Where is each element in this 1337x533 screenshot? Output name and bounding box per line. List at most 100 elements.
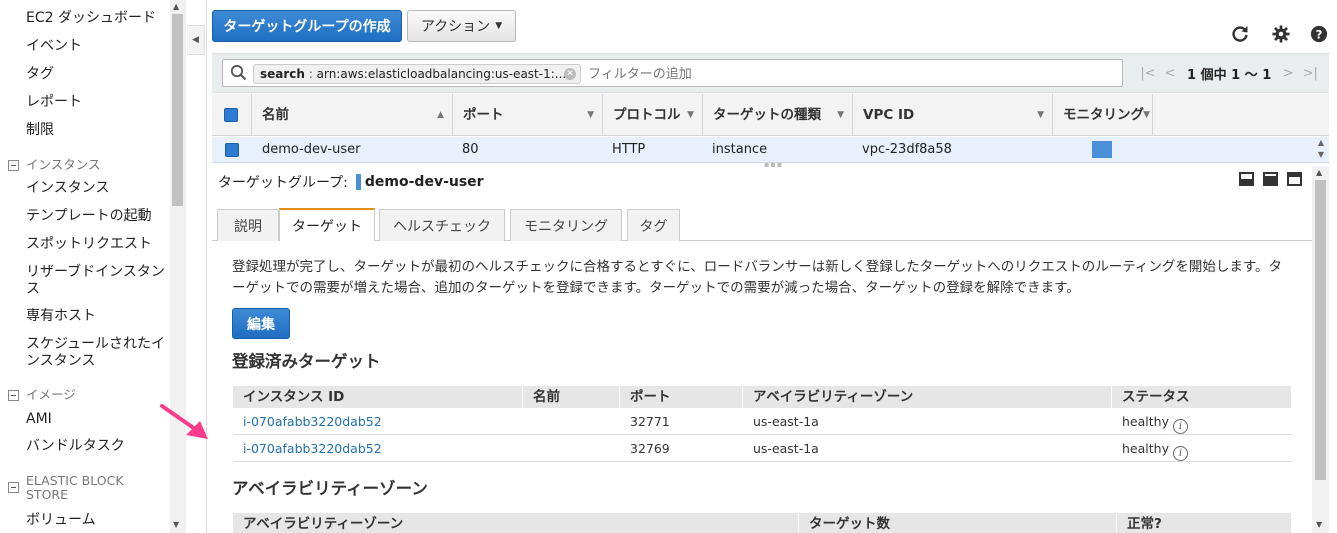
select-all-checkbox[interactable] xyxy=(224,108,238,122)
sidebar-item-spot-requests[interactable]: スポットリクエスト xyxy=(26,236,152,253)
column-header-port[interactable]: ポート ▼ xyxy=(453,94,603,136)
edit-button[interactable]: 編集 xyxy=(232,308,290,339)
collapse-minus-icon[interactable] xyxy=(8,390,19,401)
detail-title: ターゲットグループ: demo-dev-user xyxy=(218,172,484,192)
sidebar-item-scheduled-instances[interactable]: スケジュールされたインスタンス xyxy=(26,336,168,370)
column-label: 名前 xyxy=(262,107,289,123)
divider xyxy=(206,0,207,533)
column-header-target-type[interactable]: ターゲットの種類 ▼ xyxy=(703,94,853,136)
instance-id-link[interactable]: i-070afabb3220dab52 xyxy=(233,435,382,462)
cell-name xyxy=(523,435,533,462)
sidebar-section-ebs[interactable]: ELASTIC BLOCK STORE xyxy=(8,474,136,502)
layout-bottom-icon[interactable] xyxy=(1239,172,1254,186)
tab-description[interactable]: 説明 xyxy=(217,209,279,241)
column-header-target-count: ターゲット数 xyxy=(799,513,1117,533)
first-page-icon[interactable]: |< xyxy=(1137,66,1159,81)
detail-title-prefix: ターゲットグループ: xyxy=(218,175,348,191)
column-header-name: 名前 xyxy=(523,386,620,408)
tab-monitoring[interactable]: モニタリング xyxy=(510,209,622,241)
filter-input[interactable] xyxy=(588,64,988,84)
column-label: モニタリング xyxy=(1063,107,1144,123)
refresh-icon[interactable] xyxy=(1230,24,1250,44)
availability-zones-heading: アベイラビリティーゾーン xyxy=(232,479,428,498)
column-header-vpc-id[interactable]: VPC ID ▼ xyxy=(853,94,1053,136)
column-label: ターゲットの種類 xyxy=(713,107,821,123)
sidebar-item-bundle-tasks[interactable]: バンドルタスク xyxy=(26,438,125,455)
search-box[interactable]: search : arn:aws:elasticloadbalancing:us… xyxy=(222,59,1123,87)
sidebar-section-instances[interactable]: インスタンス xyxy=(8,158,101,172)
targets-panel: 登録処理が完了し、ターゲットが最初のヘルスチェックに合格するとすぐに、ロードバラ… xyxy=(212,241,1312,533)
sidebar-item-limits[interactable]: 制限 xyxy=(26,122,54,139)
sidebar-item-launch-templates[interactable]: テンプレートの起動 xyxy=(26,208,152,225)
search-filter-token[interactable]: search : arn:aws:elasticloadbalancing:us… xyxy=(253,64,581,84)
sidebar-item-reserved-instances[interactable]: リザーブドインスタンス xyxy=(26,264,168,298)
row-checkbox[interactable] xyxy=(225,143,239,157)
sidebar-item-dedicated-hosts[interactable]: 専有ホスト xyxy=(26,308,96,325)
tab-tags[interactable]: タグ xyxy=(627,209,680,241)
collapse-sidebar-button[interactable]: ◀ xyxy=(187,25,205,55)
info-icon[interactable]: i xyxy=(1172,446,1188,461)
token-value: arn:aws:elasticloadbalancing:us-east-1:.… xyxy=(316,67,567,81)
scroll-up-arrow-icon[interactable]: ▲ xyxy=(1316,168,1322,177)
sidebar-item-volumes[interactable]: ボリューム xyxy=(26,512,96,529)
cell-az: us-east-1a xyxy=(753,414,819,429)
scroll-down-arrow-icon[interactable]: ▼ xyxy=(173,520,179,529)
chevron-down-icon: ▼ xyxy=(837,110,844,120)
token-key: search xyxy=(260,67,305,81)
info-icon[interactable]: i xyxy=(1172,419,1188,434)
sidebar-item-events[interactable]: イベント xyxy=(26,38,82,55)
grid-scrollbar[interactable]: ▲ ▼ xyxy=(1313,137,1329,163)
layout-top-icon[interactable] xyxy=(1287,172,1302,186)
gear-icon[interactable] xyxy=(1271,24,1291,44)
sidebar-item-ec2-dashboard[interactable]: EC2 ダッシュボード xyxy=(26,10,156,27)
column-header-healthy: 正常? xyxy=(1117,513,1292,533)
column-header-monitoring[interactable]: モニタリング ▼ xyxy=(1053,94,1153,136)
actions-dropdown-button[interactable]: アクション ▼ xyxy=(407,10,516,42)
sidebar-section-label: インスタンス xyxy=(26,157,101,172)
sidebar-item-ami[interactable]: AMI xyxy=(26,411,52,428)
sidebar-section-images[interactable]: イメージ xyxy=(8,388,76,402)
column-header-az: アベイラビリティーゾーン xyxy=(743,386,1112,408)
pagination-text: 1 個中 1 〜 1 xyxy=(1187,67,1272,83)
collapse-minus-icon[interactable] xyxy=(8,160,19,171)
tab-health-check[interactable]: ヘルスチェック xyxy=(379,209,505,241)
help-icon[interactable]: ? xyxy=(1309,24,1329,44)
column-header-protocol[interactable]: プロトコル ▼ xyxy=(603,94,703,136)
scroll-down-arrow-icon[interactable]: ▼ xyxy=(1316,520,1322,529)
cell-status: healthy i xyxy=(1112,435,1188,462)
sidebar-item-instances[interactable]: インスタンス xyxy=(26,180,109,197)
cell-target-type: instance xyxy=(712,142,768,157)
sidebar-section-label: ELASTIC BLOCK STORE xyxy=(26,473,124,502)
color-bar-icon xyxy=(355,174,361,190)
tab-targets[interactable]: ターゲット xyxy=(279,208,375,241)
instance-id-link[interactable]: i-070afabb3220dab52 xyxy=(233,408,382,435)
chevron-down-icon: ▼ xyxy=(687,110,694,120)
table-row: i-070afabb3220dab52 32771 us-east-1a hea… xyxy=(233,408,1292,435)
scroll-up-arrow-icon[interactable]: ▲ xyxy=(173,2,179,11)
column-label: プロトコル xyxy=(613,107,681,123)
sidebar: EC2 ダッシュボード イベント タグ レポート 制限 インスタンス インスタン… xyxy=(0,0,186,533)
targets-description: 登録処理が完了し、ターゲットが最初のヘルスチェックに合格するとすぐに、ロードバラ… xyxy=(232,259,1283,296)
sidebar-item-tags[interactable]: タグ xyxy=(26,66,54,83)
last-page-icon[interactable]: >| xyxy=(1299,66,1321,81)
detail-scrollbar-thumb[interactable] xyxy=(1315,180,1326,480)
svg-text:?: ? xyxy=(1316,28,1323,42)
monitoring-indicator xyxy=(1092,141,1112,158)
next-page-icon[interactable]: > xyxy=(1277,66,1299,81)
column-header-name[interactable]: 名前 ▲ xyxy=(252,94,453,136)
cell-name: demo-dev-user xyxy=(262,142,361,157)
sidebar-scrollbar[interactable]: ▲ ▼ xyxy=(170,0,186,533)
collapse-minus-icon[interactable] xyxy=(8,482,19,493)
prev-page-icon[interactable]: < xyxy=(1159,66,1181,81)
sidebar-item-reports[interactable]: レポート xyxy=(26,94,82,111)
cell-vpc-id: vpc-23df8a58 xyxy=(862,142,952,157)
resize-handle-icon[interactable]: ▪▪▪ xyxy=(764,160,783,169)
column-header-az: アベイラビリティーゾーン xyxy=(233,513,799,533)
sidebar-scrollbar-thumb[interactable] xyxy=(172,14,183,206)
layout-split-icon[interactable] xyxy=(1263,172,1278,186)
close-icon[interactable]: ✕ xyxy=(564,68,576,80)
detail-title-name: demo-dev-user xyxy=(364,174,484,190)
column-header-port: ポート xyxy=(620,386,743,408)
create-target-group-button[interactable]: ターゲットグループの作成 xyxy=(212,10,402,42)
detail-scrollbar[interactable]: ▲ ▼ xyxy=(1312,166,1329,533)
